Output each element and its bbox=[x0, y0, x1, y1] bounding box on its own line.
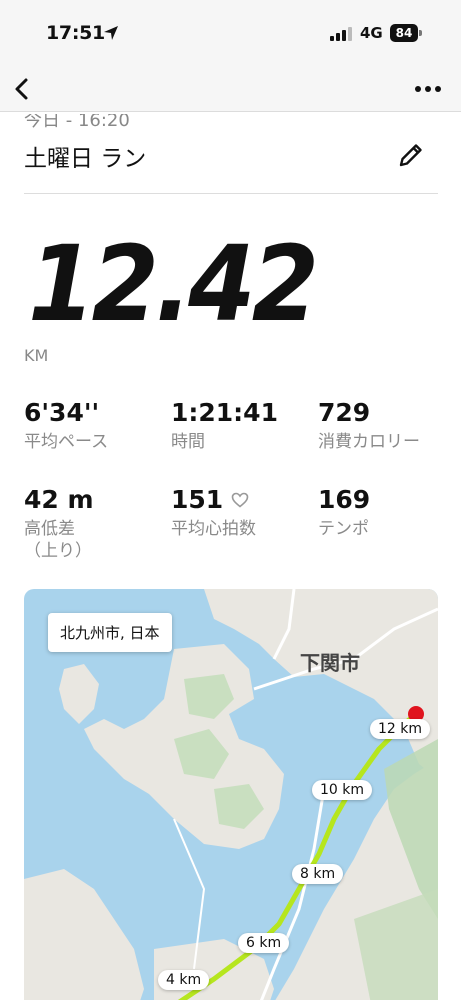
activity-title: 土曜日 ラン bbox=[24, 146, 147, 172]
stat-value: 6'34'' bbox=[24, 398, 100, 427]
location-arrow-icon bbox=[104, 26, 118, 40]
status-bar: 17:51 4G 84 bbox=[0, 0, 461, 66]
km-marker: 4 km bbox=[158, 970, 210, 990]
stat-value: 151 bbox=[171, 485, 224, 514]
stat-value: 1:21:41 bbox=[171, 398, 278, 427]
stat-label: 平均心拍数 bbox=[171, 519, 256, 539]
map-city-label: 下関市 bbox=[300, 651, 360, 675]
stat-label: 時間 bbox=[171, 432, 205, 452]
stat-avg-pace: 6'34'' 平均ペース bbox=[24, 398, 108, 453]
stat-label: テンポ bbox=[318, 519, 369, 539]
network-type: 4G bbox=[360, 24, 383, 42]
stat-value: 169 bbox=[318, 485, 371, 514]
header-divider bbox=[24, 193, 438, 194]
more-options-button[interactable] bbox=[410, 78, 446, 100]
stat-avg-heart-rate: 151 平均心拍数 bbox=[171, 485, 256, 540]
distance-value: 12.42 bbox=[28, 223, 319, 345]
km-marker: 6 km bbox=[238, 933, 290, 953]
nav-bar bbox=[0, 66, 461, 112]
stat-label: 高低差 （上り） bbox=[24, 519, 92, 562]
battery-icon: 84 bbox=[390, 24, 418, 42]
stat-label: 消費カロリー bbox=[318, 432, 420, 452]
stat-calories: 729 消費カロリー bbox=[318, 398, 420, 453]
back-chevron-icon[interactable] bbox=[8, 72, 40, 106]
edit-pencil-icon[interactable] bbox=[396, 140, 426, 170]
map-location-label: 北九州市, 日本 bbox=[48, 613, 172, 652]
km-marker: 10 km bbox=[312, 780, 373, 800]
battery-nub bbox=[419, 30, 422, 36]
stat-duration: 1:21:41 時間 bbox=[171, 398, 278, 453]
route-map[interactable]: 北九州市, 日本 下関市 12 km 10 km 8 km 6 km 4 km bbox=[24, 589, 438, 1000]
heart-icon bbox=[231, 492, 249, 508]
cellular-signal-icon bbox=[330, 27, 352, 41]
stat-cadence: 169 テンポ bbox=[318, 485, 370, 540]
stat-elevation-gain: 42 m 高低差 （上り） bbox=[24, 485, 94, 562]
km-marker: 12 km bbox=[370, 719, 431, 739]
stat-label: 平均ペース bbox=[24, 432, 109, 452]
stat-value: 42 m bbox=[24, 485, 94, 514]
stat-value: 729 bbox=[318, 398, 371, 427]
km-marker: 8 km bbox=[292, 864, 344, 884]
status-time: 17:51 bbox=[46, 22, 105, 44]
distance-unit: KM bbox=[24, 346, 49, 365]
